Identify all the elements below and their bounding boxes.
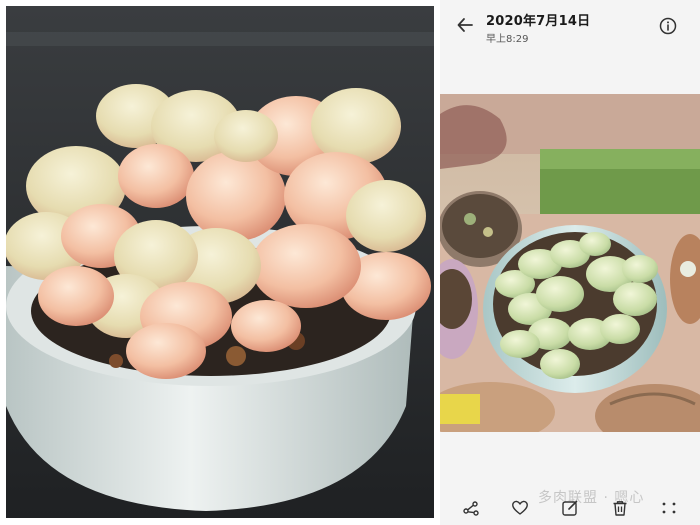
photo-time-subtitle: 早上8:29	[486, 34, 529, 45]
succulent-pots-image	[440, 94, 700, 432]
succulent-closeup-image	[6, 6, 434, 518]
delete-icon	[613, 500, 627, 516]
gallery-photo[interactable]	[440, 94, 700, 432]
share-icon	[463, 500, 479, 516]
edit-icon	[562, 500, 578, 516]
favorite-button[interactable]	[506, 494, 534, 522]
delete-button[interactable]	[606, 494, 634, 522]
info-icon	[659, 17, 677, 35]
share-button[interactable]	[457, 494, 485, 522]
photo-date-title: 2020年7月14日	[486, 14, 591, 29]
succulent-closeup-photo	[6, 6, 434, 518]
heart-icon	[512, 500, 529, 515]
screen: 2020年7月14日 早上8:29 多肉联盟 · 嗯心	[0, 0, 700, 525]
more-button[interactable]	[655, 494, 683, 522]
viewer-toolbar	[440, 490, 700, 525]
info-button[interactable]	[658, 16, 678, 36]
edit-button[interactable]	[556, 494, 584, 522]
arrow-left-icon	[457, 18, 473, 32]
back-button[interactable]	[454, 14, 476, 36]
gallery-viewer: 2020年7月14日 早上8:29 多肉联盟 · 嗯心	[440, 0, 700, 525]
viewer-top-bar: 2020年7月14日 早上8:29	[440, 0, 700, 50]
more-icon	[662, 502, 676, 513]
